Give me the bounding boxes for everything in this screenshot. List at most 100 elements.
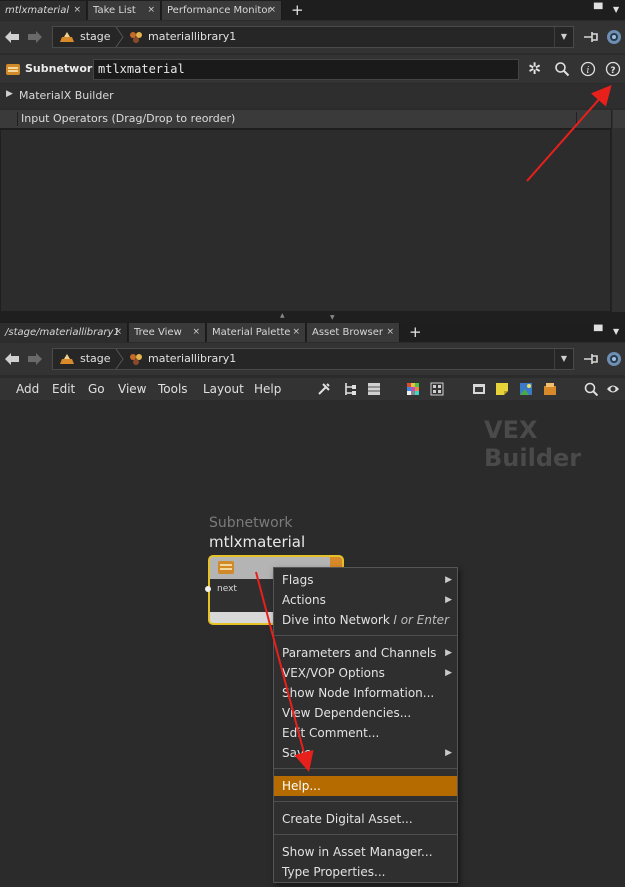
breadcrumb-stage[interactable]: stage	[80, 349, 111, 369]
menu-view[interactable]: View	[118, 378, 146, 400]
tab-performance-monitor[interactable]: Performance Monitor ×	[162, 1, 282, 20]
menu-item-parameters-and-channels[interactable]: Parameters and Channels ▶	[274, 643, 457, 663]
eye-icon[interactable]	[606, 382, 620, 396]
menu-separator	[274, 834, 457, 835]
close-icon[interactable]: ×	[73, 1, 81, 20]
menu-edit[interactable]: Edit	[52, 378, 75, 400]
search-icon[interactable]	[584, 382, 598, 396]
menu-item-view-dependencies[interactable]: View Dependencies...	[274, 703, 457, 723]
menu-item-show-in-asset-manager[interactable]: Show in Asset Manager...	[274, 842, 457, 862]
breadcrumb-materiallibrary[interactable]: materiallibrary1	[148, 349, 236, 369]
info-icon[interactable]: i	[580, 61, 596, 77]
input-port[interactable]	[205, 586, 211, 592]
path-breadcrumb[interactable]: stage materiallibrary1 ▼	[52, 348, 574, 370]
menu-help[interactable]: Help	[254, 378, 281, 400]
menu-item-label: Create Digital Asset...	[282, 812, 413, 826]
color-palette-icon[interactable]	[406, 382, 420, 396]
sticky-note-icon[interactable]	[495, 382, 509, 396]
materialx-builder-folder[interactable]: ▶ MaterialX Builder	[0, 84, 625, 108]
menu-item-save[interactable]: Save ▶	[274, 743, 457, 763]
forward-arrow-icon[interactable]	[27, 30, 43, 44]
wrench-icon[interactable]	[317, 382, 331, 396]
network-box-icon[interactable]	[472, 382, 486, 396]
search-icon[interactable]	[554, 61, 570, 77]
breadcrumb-materiallibrary[interactable]: materiallibrary1	[148, 27, 236, 47]
menu-item-label: Dive into Network	[282, 613, 390, 627]
input-operators-list[interactable]	[0, 129, 611, 312]
svg-text:i: i	[587, 66, 590, 76]
list-view-icon[interactable]	[367, 382, 381, 396]
bottom-tab-bar: /stage/materiallibrary1 × Tree View × Mate…	[0, 322, 625, 342]
tab-take-list[interactable]: Take List ×	[88, 1, 161, 20]
stage-icon	[60, 354, 74, 364]
splitter-down-icon[interactable]: ▼	[330, 314, 335, 321]
menu-item-create-digital-asset[interactable]: Create Digital Asset...	[274, 809, 457, 829]
tree-layout-icon[interactable]	[343, 382, 357, 396]
menu-item-edit-comment[interactable]: Edit Comment...	[274, 723, 457, 743]
gear-icon[interactable]: ✲	[528, 59, 541, 78]
background-image-icon[interactable]	[519, 382, 533, 396]
parameter-scrollbar[interactable]	[611, 110, 625, 312]
node-name-caption: mtlxmaterial	[209, 533, 306, 551]
menu-item-label: View Dependencies...	[282, 706, 412, 720]
menu-item-type-properties[interactable]: Type Properties...	[274, 862, 457, 882]
target-icon[interactable]	[606, 29, 622, 45]
menu-item-show-node-information[interactable]: Show Node Information...	[274, 683, 457, 703]
tab-label: Asset Browser	[312, 327, 384, 338]
tab-tree-view[interactable]: Tree View ×	[129, 323, 206, 342]
tab-material-palette[interactable]: Material Palette ×	[207, 323, 306, 342]
node-name-field[interactable]: mtlxmaterial	[93, 59, 519, 80]
menu-add[interactable]: Add	[16, 378, 39, 400]
close-icon[interactable]: ×	[268, 1, 276, 20]
close-icon[interactable]: ×	[386, 323, 394, 342]
shape-palette-icon[interactable]	[430, 382, 444, 396]
back-arrow-icon[interactable]	[4, 30, 20, 44]
add-tab-button[interactable]: +	[409, 322, 422, 342]
pane-menu-icon[interactable]: ▼	[613, 322, 619, 342]
target-icon[interactable]	[606, 351, 622, 367]
menu-tools[interactable]: Tools	[158, 378, 188, 400]
submenu-arrow-icon: ▶	[445, 648, 452, 658]
back-arrow-icon[interactable]	[4, 352, 20, 366]
asset-icon[interactable]	[543, 382, 557, 396]
add-tab-button[interactable]: +	[291, 0, 304, 20]
path-breadcrumb[interactable]: stage materiallibrary1 ▼	[52, 26, 574, 48]
forward-arrow-icon[interactable]	[27, 352, 43, 366]
scrollbar-cap	[613, 110, 625, 128]
menu-item-label: Save	[282, 746, 312, 760]
network-context-watermark: VEX Builder	[484, 416, 582, 472]
tab-network-path[interactable]: /stage/materiallibrary1 ×	[0, 323, 128, 342]
close-icon[interactable]: ×	[147, 1, 155, 20]
expand-triangle-icon[interactable]: ▶	[6, 89, 13, 99]
close-icon[interactable]: ×	[292, 323, 300, 342]
breadcrumb-stage[interactable]: stage	[80, 27, 111, 47]
pane-splitter[interactable]: ▲ ▼	[0, 312, 625, 322]
submenu-arrow-icon: ▶	[445, 668, 452, 678]
menu-item-help[interactable]: Help...	[274, 776, 457, 796]
menu-item-actions[interactable]: Actions ▶	[274, 590, 457, 610]
menu-item-dive-into-network[interactable]: Dive into Network I or Enter	[274, 610, 457, 630]
submenu-arrow-icon: ▶	[445, 575, 452, 585]
pin-icon[interactable]	[583, 352, 599, 366]
menu-separator	[274, 635, 457, 636]
menu-item-label: Help...	[282, 779, 321, 793]
close-icon[interactable]: ×	[192, 323, 200, 342]
menu-item-vex-vop-options[interactable]: VEX/VOP Options ▶	[274, 663, 457, 683]
tab-mtlxmaterial[interactable]: mtlxmaterial ×	[0, 1, 87, 20]
menu-go[interactable]: Go	[88, 378, 105, 400]
menu-layout[interactable]: Layout	[203, 378, 244, 400]
materialx-builder-label: MaterialX Builder	[19, 89, 114, 102]
tab-label: /stage/materiallibrary1	[5, 327, 120, 338]
tab-asset-browser[interactable]: Asset Browser ×	[307, 323, 400, 342]
maximize-icon[interactable]: ▀	[594, 0, 602, 20]
splitter-up-icon[interactable]: ▲	[280, 312, 285, 319]
path-dropdown-icon[interactable]: ▼	[554, 27, 573, 47]
pin-icon[interactable]	[583, 30, 599, 44]
close-icon[interactable]: ×	[114, 323, 122, 342]
path-dropdown-icon[interactable]: ▼	[554, 349, 573, 369]
menu-item-flags[interactable]: Flags ▶	[274, 570, 457, 590]
stage-icon	[60, 32, 74, 42]
pane-menu-icon[interactable]: ▼	[613, 0, 619, 20]
maximize-icon[interactable]: ▀	[594, 322, 602, 342]
help-icon[interactable]: ?	[605, 61, 621, 77]
